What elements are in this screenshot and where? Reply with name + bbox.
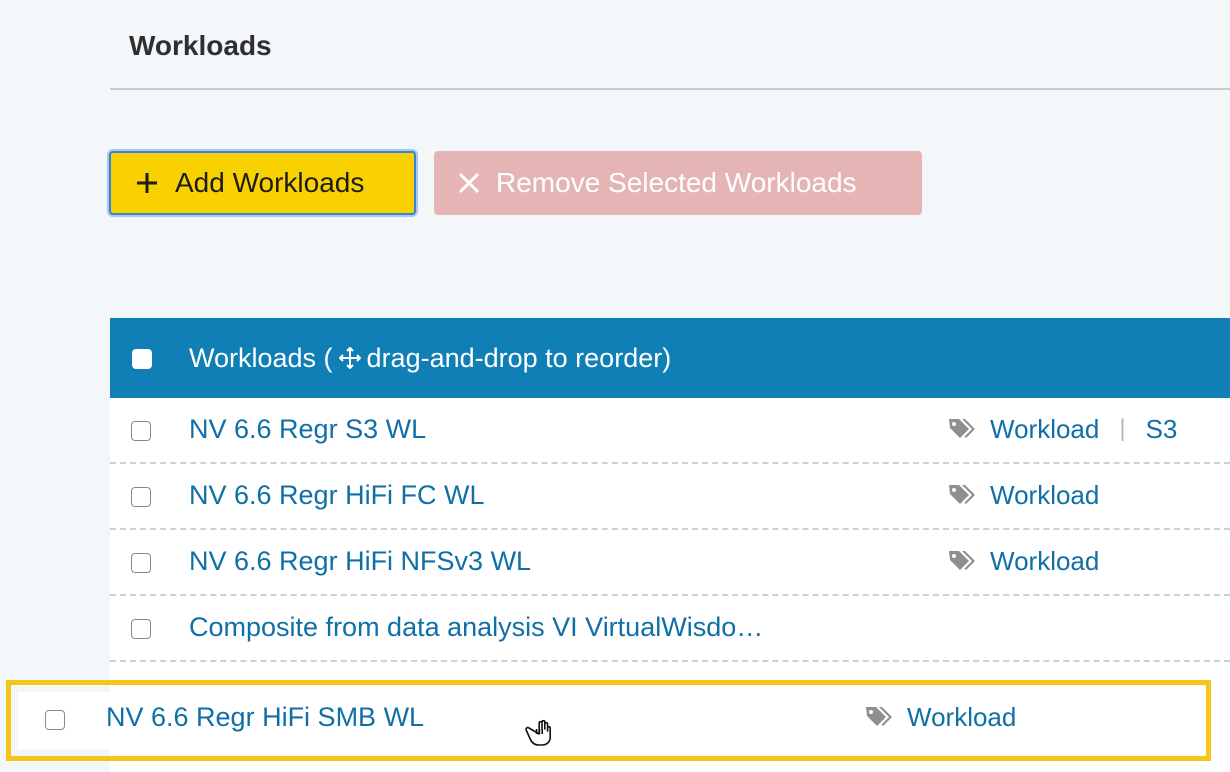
dragged-row[interactable]: NV 6.6 Regr HiFi SMB WL Workload (18, 692, 1200, 749)
row-checkbox[interactable] (131, 619, 151, 639)
workload-link[interactable]: NV 6.6 Regr S3 WL (189, 411, 426, 447)
tag-separator: | (1119, 415, 1126, 442)
workload-link[interactable]: NV 6.6 Regr HiFi NFSv3 WL (189, 543, 531, 579)
table-header-title: Workloads ( drag-and-drop to reorder) (189, 340, 671, 376)
add-workloads-label: Add Workloads (175, 167, 365, 198)
workload-link[interactable]: Composite from data analysis VI VirtualW… (189, 609, 763, 645)
tag-list: Workload | S3 (948, 411, 1177, 447)
row-checkbox[interactable] (131, 487, 151, 507)
add-workloads-button[interactable]: Add Workloads (109, 151, 416, 215)
tag-list: Workload (948, 477, 1099, 513)
heading-divider (110, 88, 1230, 90)
table-header-prefix: Workloads ( (189, 343, 333, 373)
workload-link[interactable]: NV 6.6 Regr HiFi FC WL (189, 477, 485, 513)
table-row[interactable]: NV 6.6 Regr S3 WL Workload | S3 (110, 398, 1230, 464)
tags-icon (865, 705, 893, 729)
row-checkbox[interactable] (131, 553, 151, 573)
tag-link[interactable]: Workload (907, 702, 1016, 733)
tag-link[interactable]: Workload (990, 546, 1099, 577)
tags-icon (948, 417, 976, 441)
workload-link[interactable]: NV 6.6 Regr HiFi SMB WL (106, 699, 424, 735)
row-checkbox[interactable] (131, 421, 151, 441)
move-arrows-icon (338, 347, 361, 369)
table-row[interactable]: Composite from data analysis VI VirtualW… (110, 596, 1230, 662)
close-icon (458, 172, 480, 194)
tag-link[interactable]: S3 (1146, 414, 1178, 445)
tag-list: Workload (948, 543, 1099, 579)
tag-link[interactable]: Workload (990, 414, 1099, 445)
table-header: Workloads ( drag-and-drop to reorder) (110, 318, 1230, 398)
page-title: Workloads (129, 30, 272, 61)
row-checkbox[interactable] (45, 710, 65, 730)
tags-icon (948, 549, 976, 573)
select-all-checkbox[interactable] (132, 349, 152, 369)
remove-selected-workloads-label: Remove Selected Workloads (496, 167, 857, 198)
tag-link[interactable]: Workload (990, 480, 1099, 511)
dragged-row-highlight[interactable]: NV 6.6 Regr HiFi SMB WL Workload (6, 680, 1211, 761)
tags-icon (948, 483, 976, 507)
plus-icon (135, 171, 159, 195)
remove-selected-workloads-button[interactable]: Remove Selected Workloads (434, 151, 922, 215)
table-row[interactable]: NV 6.6 Regr HiFi NFSv3 WL Workload (110, 530, 1230, 596)
grab-cursor-icon (522, 715, 556, 752)
tag-list: Workload (865, 699, 1016, 735)
table-row[interactable]: NV 6.6 Regr HiFi FC WL Workload (110, 464, 1230, 530)
table-header-suffix: drag-and-drop to reorder) (366, 343, 672, 373)
